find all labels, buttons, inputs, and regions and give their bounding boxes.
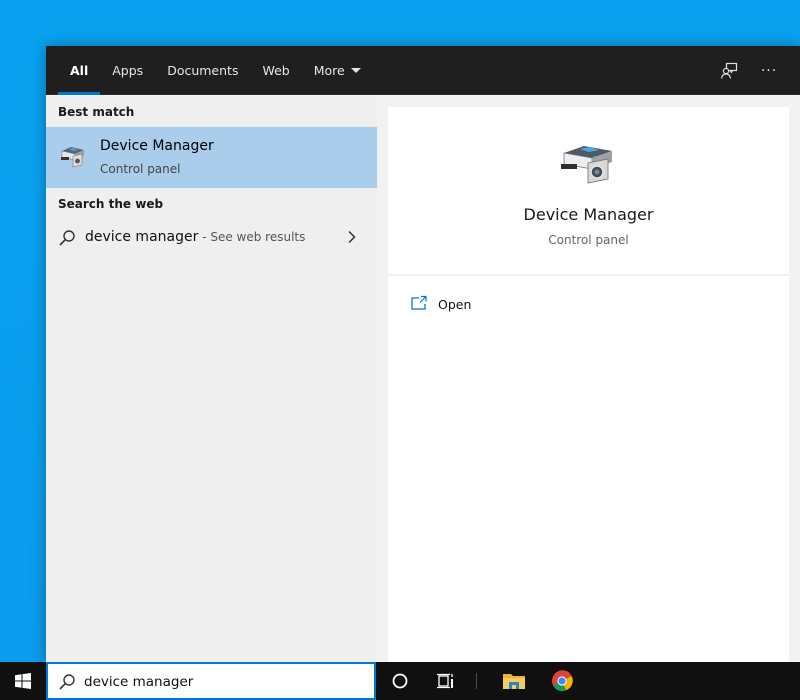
device-manager-icon — [561, 146, 612, 184]
caret-down-icon — [350, 68, 361, 73]
web-search-suggestion[interactable]: device manager - See web results — [46, 220, 377, 256]
more-options-icon: ··· — [760, 63, 778, 79]
start-search-flyout: All Apps Documents Web More ··· Best mat… — [46, 46, 800, 662]
search-icon — [59, 230, 75, 246]
preview-pane: Device Manager Control panel Open — [388, 107, 789, 662]
cortana-icon — [392, 673, 408, 689]
open-label: Open — [438, 297, 472, 312]
tab-more[interactable]: More — [302, 46, 373, 95]
search-input[interactable] — [84, 670, 364, 694]
file-explorer-button[interactable] — [492, 662, 536, 700]
web-results-hint: - See web results — [198, 230, 306, 244]
search-web-heading: Search the web — [58, 197, 164, 211]
tab-label: More — [313, 63, 345, 78]
result-title: Device Manager — [100, 138, 214, 154]
feedback-icon — [720, 62, 738, 79]
tab-documents[interactable]: Documents — [155, 46, 250, 95]
filter-tabs: All Apps Documents Web More — [58, 46, 373, 95]
open-icon — [411, 295, 427, 310]
filter-bar: All Apps Documents Web More ··· — [46, 46, 800, 95]
preview-subtitle: Control panel — [548, 233, 629, 247]
tab-apps[interactable]: Apps — [100, 46, 155, 95]
web-query: device manager - See web results — [85, 229, 305, 245]
feedback-button[interactable] — [716, 58, 742, 84]
device-manager-icon — [61, 147, 84, 168]
chevron-right-icon — [348, 230, 356, 244]
best-match-result[interactable]: Device Manager Control panel — [46, 127, 377, 188]
task-view-icon — [437, 673, 453, 689]
web-query-text: device manager — [85, 229, 199, 245]
cortana-button[interactable] — [378, 662, 422, 700]
taskbar-separator — [476, 673, 477, 689]
preview-header: Device Manager Control panel — [388, 107, 789, 276]
tab-all[interactable]: All — [58, 46, 101, 95]
taskbar-search-box[interactable] — [46, 662, 376, 700]
search-icon — [59, 674, 75, 690]
chrome-icon — [552, 670, 573, 692]
tab-label: All — [70, 63, 89, 78]
preview-title: Device Manager — [523, 205, 654, 224]
chrome-button[interactable] — [540, 662, 584, 700]
best-match-heading: Best match — [58, 105, 135, 119]
tab-web[interactable]: Web — [250, 46, 301, 95]
task-view-button[interactable] — [424, 662, 468, 700]
open-action[interactable]: Open — [388, 289, 789, 323]
more-options-button[interactable]: ··· — [756, 58, 782, 84]
tab-label: Apps — [112, 63, 144, 78]
start-button[interactable] — [0, 662, 46, 700]
taskbar — [0, 662, 800, 700]
windows-start-icon — [15, 673, 31, 689]
result-subtitle: Control panel — [100, 162, 181, 176]
tab-label: Documents — [167, 63, 239, 78]
file-explorer-icon — [503, 674, 525, 689]
tab-label: Web — [262, 63, 290, 78]
results-pane: Best match Device Manager Control panel … — [46, 96, 377, 662]
